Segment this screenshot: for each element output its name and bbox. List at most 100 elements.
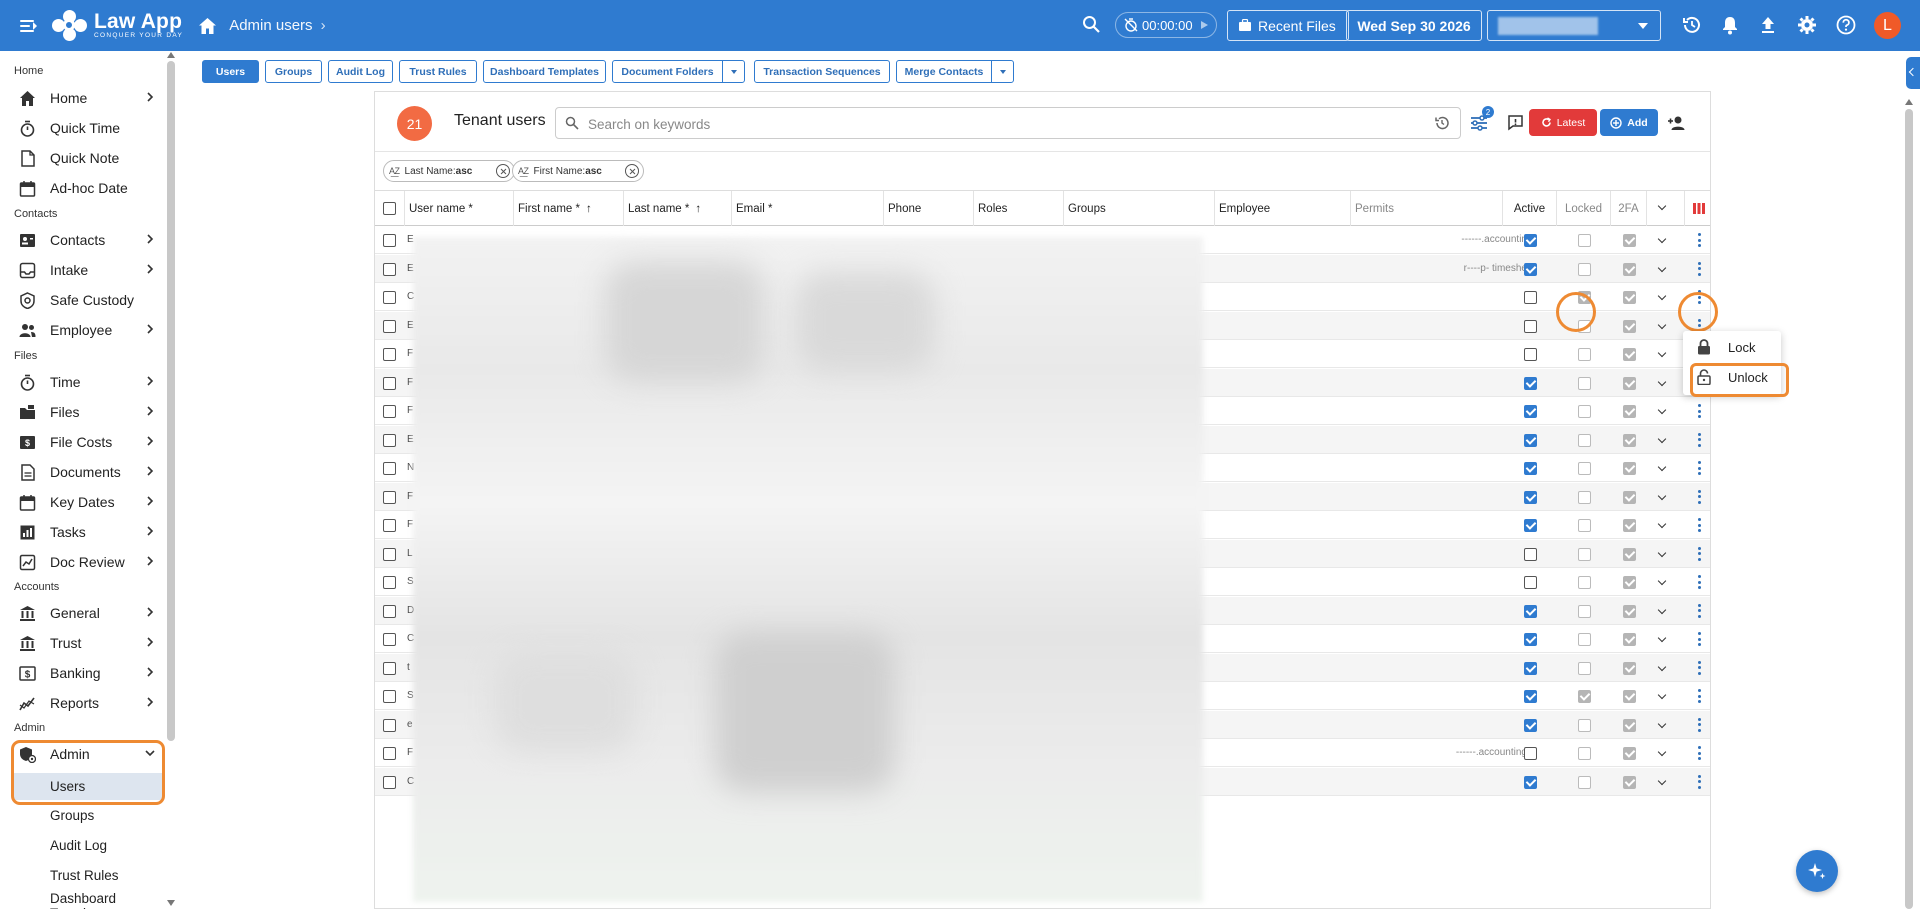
active-checkbox[interactable]: [1524, 376, 1537, 390]
row-select-checkbox[interactable]: [383, 433, 396, 447]
row-expand-chevron-icon[interactable]: [1657, 291, 1667, 301]
active-checkbox[interactable]: [1524, 319, 1537, 333]
add-user-button[interactable]: Add: [1600, 109, 1658, 136]
tab-document-folders[interactable]: Document Folders: [612, 60, 723, 83]
row-expand-chevron-icon[interactable]: [1657, 320, 1667, 329]
reset-icon[interactable]: [1434, 115, 1450, 131]
active-checkbox[interactable]: [1524, 718, 1537, 732]
col-locked[interactable]: Locked: [1557, 191, 1611, 226]
active-checkbox[interactable]: [1524, 462, 1537, 475]
row-actions-kebab-icon[interactable]: [1698, 575, 1701, 589]
timer-widget[interactable]: 00:00:00: [1115, 12, 1217, 38]
col-email[interactable]: Email *: [732, 191, 884, 226]
sidebar-item-home[interactable]: Home: [0, 85, 168, 111]
col-roles[interactable]: Roles: [974, 191, 1064, 226]
tab-audit-log[interactable]: Audit Log: [328, 60, 393, 83]
sidebar-subitem-users[interactable]: Users: [14, 773, 162, 800]
row-actions-kebab-icon[interactable]: [1698, 660, 1701, 675]
active-checkbox[interactable]: [1524, 490, 1537, 504]
row-select-checkbox[interactable]: [383, 462, 396, 475]
sidebar-scroll-up-icon[interactable]: [167, 52, 175, 58]
sidebar-item-safe-custody[interactable]: Safe Custody: [0, 287, 168, 313]
page-scroll-up-icon[interactable]: [1905, 99, 1913, 105]
row-select-checkbox[interactable]: [383, 576, 396, 589]
menu-collapse-icon[interactable]: [20, 17, 38, 35]
row-actions-kebab-icon[interactable]: [1698, 632, 1701, 646]
date-button[interactable]: Wed Sep 30 2026: [1346, 10, 1482, 41]
page-scrollbar[interactable]: [1905, 109, 1913, 909]
row-select-checkbox[interactable]: [383, 547, 396, 561]
row-expand-chevron-icon[interactable]: [1657, 576, 1667, 586]
menu-item-lock[interactable]: Lock: [1683, 333, 1781, 361]
active-checkbox[interactable]: [1524, 576, 1537, 589]
sidebar-item-key-dates[interactable]: Key Dates: [0, 489, 168, 515]
row-expand-chevron-icon[interactable]: [1657, 662, 1667, 671]
sidebar-subitem-audit-log[interactable]: Audit Log: [14, 832, 162, 859]
tab-trust-rules[interactable]: Trust Rules: [399, 60, 477, 83]
col-last-name[interactable]: Last name * ↑: [624, 191, 732, 226]
col-2fa[interactable]: 2FA: [1611, 191, 1647, 226]
tab-groups[interactable]: Groups: [265, 60, 322, 83]
search-input[interactable]: [588, 114, 1388, 134]
row-actions-kebab-icon[interactable]: [1698, 290, 1701, 304]
row-expand-chevron-icon[interactable]: [1657, 776, 1667, 785]
col-user-name[interactable]: User name *: [405, 191, 514, 226]
sidebar-item-admin[interactable]: Admin: [0, 741, 168, 767]
row-actions-kebab-icon[interactable]: [1698, 546, 1701, 561]
sidebar-item-quick-time[interactable]: Quick Time: [0, 115, 168, 141]
row-actions-kebab-icon[interactable]: [1698, 717, 1701, 732]
sidebar-item-employee[interactable]: Employee: [0, 317, 168, 343]
gear-icon[interactable]: [1797, 15, 1817, 35]
row-select-checkbox[interactable]: [383, 604, 396, 618]
row-expand-chevron-icon[interactable]: [1657, 462, 1667, 472]
col-active[interactable]: Active: [1503, 191, 1557, 226]
active-checkbox[interactable]: [1524, 604, 1537, 618]
sidebar-item-time[interactable]: Time: [0, 369, 168, 395]
column-chooser-icon[interactable]: [1693, 203, 1705, 214]
tab-dashboard-templates[interactable]: Dashboard Templates: [483, 60, 606, 83]
row-actions-kebab-icon[interactable]: [1698, 774, 1701, 789]
row-select-checkbox[interactable]: [383, 747, 396, 760]
sidebar-item-intake[interactable]: Intake: [0, 257, 168, 283]
row-select-checkbox[interactable]: [383, 633, 396, 646]
active-checkbox[interactable]: [1524, 690, 1537, 703]
bell-icon[interactable]: [1721, 15, 1741, 35]
sidebar-item-doc-review[interactable]: Doc Review: [0, 549, 168, 575]
upload-icon[interactable]: [1759, 15, 1779, 35]
sidebar-subitem-groups[interactable]: Groups: [14, 802, 162, 829]
active-checkbox[interactable]: [1524, 747, 1537, 760]
row-expand-chevron-icon[interactable]: [1657, 605, 1667, 614]
menu-item-unlock[interactable]: Unlock: [1683, 363, 1781, 391]
tab-document-folders-dropdown[interactable]: [722, 60, 745, 83]
row-actions-kebab-icon[interactable]: [1698, 518, 1701, 532]
feedback-icon[interactable]: [1507, 114, 1524, 131]
help-icon[interactable]: [1836, 15, 1856, 35]
row-expand-chevron-icon[interactable]: [1657, 491, 1667, 500]
sidebar-item-documents[interactable]: Documents: [0, 459, 168, 485]
row-expand-chevron-icon[interactable]: [1657, 263, 1667, 272]
active-checkbox[interactable]: [1524, 633, 1537, 646]
row-actions-kebab-icon[interactable]: [1698, 489, 1701, 504]
sidebar-item-general[interactable]: General: [0, 600, 168, 626]
tenant-select[interactable]: [1487, 10, 1661, 41]
row-expand-chevron-icon[interactable]: [1657, 434, 1667, 443]
row-actions-kebab-icon[interactable]: [1698, 404, 1701, 418]
active-checkbox[interactable]: [1524, 234, 1537, 247]
sidebar-item-contacts[interactable]: Contacts: [0, 227, 168, 253]
row-select-checkbox[interactable]: [383, 234, 396, 247]
active-checkbox[interactable]: [1524, 348, 1537, 361]
sort-chip-first-name[interactable]: A͟Z First Name:asc: [512, 160, 644, 182]
row-select-checkbox[interactable]: [383, 291, 396, 304]
row-actions-kebab-icon[interactable]: [1698, 461, 1701, 475]
active-checkbox[interactable]: [1524, 775, 1537, 789]
sort-chip-last-name[interactable]: A͟Z Last Name:asc: [383, 160, 515, 182]
expand-all-chevron-icon[interactable]: [1657, 201, 1667, 211]
row-actions-kebab-icon[interactable]: [1698, 746, 1701, 760]
row-select-checkbox[interactable]: [383, 775, 396, 789]
active-checkbox[interactable]: [1524, 291, 1537, 304]
active-checkbox[interactable]: [1524, 262, 1537, 276]
row-actions-kebab-icon[interactable]: [1698, 432, 1701, 447]
sidebar-item-file-costs[interactable]: $ File Costs: [0, 429, 168, 455]
sidebar-subitem-dashboard-templates[interactable]: Dashboard Templa: [14, 891, 162, 909]
sidebar-item-files[interactable]: Files: [0, 399, 168, 425]
